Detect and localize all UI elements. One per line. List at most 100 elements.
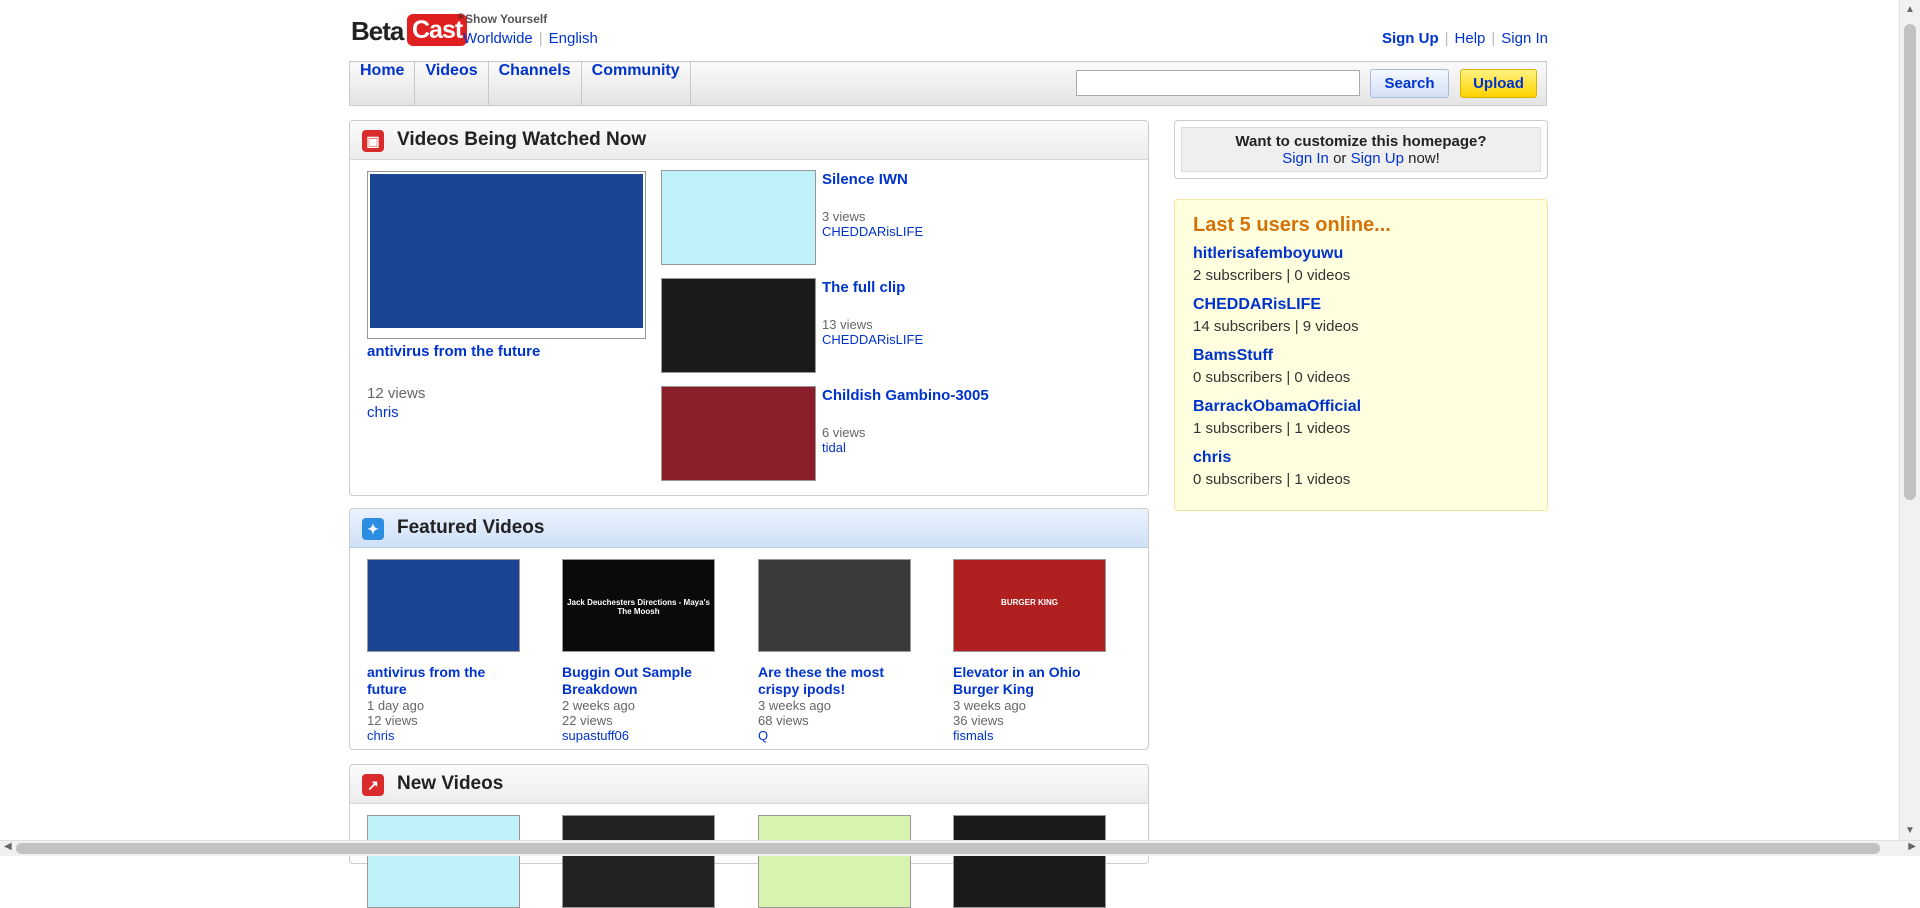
video-title-link[interactable]: Buggin Out Sample Breakdown (562, 664, 712, 698)
featured-section: ✦ Featured Videos antivirus from the fut… (349, 508, 1149, 750)
video-thumbnail[interactable] (661, 170, 816, 265)
logo-trademark: ® (458, 12, 464, 21)
tab-videos[interactable]: Videos (415, 62, 489, 105)
view-count: 12 views (367, 385, 426, 402)
video-meta: 3 weeks ago 68 views Q (758, 698, 831, 743)
upload-age: 1 day ago (367, 698, 425, 713)
logo-beta: Beta (351, 16, 404, 46)
scrollbar-thumb[interactable] (1904, 24, 1916, 500)
user-item: chris 0 subscribers | 1 videos (1193, 449, 1350, 488)
scroll-left-arrow-icon[interactable]: ◀ (4, 841, 12, 852)
view-count: 36 views (953, 713, 1004, 728)
scroll-down-arrow-icon[interactable]: ▼ (1900, 825, 1920, 836)
user-item: BarrackObamaOfficial 1 subscribers | 1 v… (1193, 398, 1361, 437)
video-title-link[interactable]: antivirus from the future (367, 664, 517, 698)
video-thumbnail[interactable] (758, 559, 911, 652)
video-title-link[interactable]: The full clip (822, 279, 905, 296)
section-title: Featured Videos (397, 517, 545, 538)
section-title: New Videos (397, 773, 504, 794)
video-title-link[interactable]: Silence IWN (822, 171, 908, 188)
section-header: ↗ New Videos (350, 765, 1148, 804)
customize-box: Want to customize this homepage? Sign In… (1174, 120, 1548, 179)
video-meta: 2 weeks ago 22 views supastuff06 (562, 698, 635, 743)
uploader-link[interactable]: Q (758, 728, 831, 743)
sign-up-link[interactable]: Sign Up (1382, 30, 1439, 47)
uploader-link[interactable]: chris (367, 728, 424, 743)
view-count: 68 views (758, 713, 809, 728)
view-count: 6 views (822, 425, 866, 440)
customize-sign-in-link[interactable]: Sign In (1282, 150, 1329, 167)
video-thumbnail[interactable] (758, 815, 911, 908)
video-title-link[interactable]: Are these the most crispy ipods! (758, 664, 908, 698)
uploader-link[interactable]: fismals (953, 728, 1026, 743)
video-meta: 13 views CHEDDARisLIFE (822, 317, 923, 347)
section-header: ✦ Featured Videos (350, 509, 1148, 548)
customize-links: Sign In or Sign Up now! (1182, 150, 1540, 167)
uploader-link[interactable]: chris (367, 403, 425, 422)
tv-icon: ▣ (362, 130, 384, 152)
tab-home[interactable]: Home (350, 62, 416, 105)
or-text: or (1333, 150, 1347, 167)
language-link[interactable]: English (549, 30, 598, 47)
sign-in-link[interactable]: Sign In (1501, 30, 1548, 47)
user-stats: 0 subscribers | 1 videos (1193, 471, 1351, 488)
tagline: Show Yourself (465, 12, 548, 26)
user-link[interactable]: CHEDDARisLIFE (1193, 296, 1359, 314)
search-input[interactable] (1076, 70, 1360, 96)
upload-age: 3 weeks ago (758, 698, 831, 713)
site-logo[interactable]: Beta Cast ® (351, 10, 468, 48)
video-thumbnail[interactable]: Jack Deuchesters Directions - Maya's The… (562, 559, 715, 652)
video-title-link[interactable]: Elevator in an Ohio Burger King (953, 664, 1103, 698)
scrollbar-thumb[interactable] (16, 843, 1880, 854)
view-count: 3 views (822, 209, 866, 224)
search-button[interactable]: Search (1370, 69, 1449, 98)
video-meta: 6 views tidal (822, 425, 865, 455)
tab-channels[interactable]: Channels (489, 62, 582, 105)
video-meta: 3 weeks ago 36 views fismals (953, 698, 1026, 743)
scroll-up-arrow-icon[interactable]: ▲ (1900, 4, 1920, 15)
section-header: ▣ Videos Being Watched Now (350, 121, 1148, 160)
watched-now-section: ▣ Videos Being Watched Now antivirus fro… (349, 120, 1149, 496)
chart-icon: ↗ (362, 774, 384, 796)
user-link[interactable]: hitlerisafemboyuwu (1193, 245, 1350, 263)
video-thumbnail[interactable]: BURGER KING (953, 559, 1106, 652)
user-item: BamsStuff 0 subscribers | 0 videos (1193, 347, 1350, 386)
video-thumbnail[interactable] (562, 815, 715, 908)
view-count: 12 views (367, 713, 418, 728)
video-title-link[interactable]: antivirus from the future (367, 343, 646, 360)
tab-community[interactable]: Community (582, 62, 691, 105)
user-stats: 1 subscribers | 1 videos (1193, 420, 1351, 437)
customize-sign-up-link[interactable]: Sign Up (1351, 150, 1404, 167)
user-link[interactable]: BarrackObamaOfficial (1193, 398, 1361, 416)
user-link[interactable]: chris (1193, 449, 1350, 467)
video-meta: 3 views CHEDDARisLIFE (822, 209, 923, 239)
main-nav: Home Videos Channels Community Search Up… (349, 61, 1547, 106)
scroll-right-arrow-icon[interactable]: ▶ (1908, 841, 1916, 852)
video-thumbnail[interactable] (953, 815, 1106, 908)
uploader-link[interactable]: tidal (822, 440, 865, 455)
section-title: Videos Being Watched Now (397, 129, 647, 150)
video-title-link[interactable]: Childish Gambino-3005 (822, 387, 989, 404)
user-link[interactable]: BamsStuff (1193, 347, 1350, 365)
video-thumbnail[interactable] (367, 815, 520, 908)
uploader-link[interactable]: supastuff06 (562, 728, 635, 743)
user-item: CHEDDARisLIFE 14 subscribers | 9 videos (1193, 296, 1359, 335)
user-item: hitlerisafemboyuwu 2 subscribers | 0 vid… (1193, 245, 1350, 284)
video-thumbnail[interactable] (367, 559, 520, 652)
uploader-link[interactable]: CHEDDARisLIFE (822, 332, 923, 347)
horizontal-scrollbar[interactable]: ◀ ▶ (0, 840, 1920, 856)
upload-button[interactable]: Upload (1460, 69, 1537, 98)
video-thumbnail[interactable] (661, 278, 816, 373)
view-count: 13 views (822, 317, 873, 332)
worldwide-link[interactable]: Worldwide (463, 30, 533, 47)
account-links: Sign Up | Help | Sign In (1381, 30, 1548, 47)
star-icon: ✦ (362, 518, 384, 540)
thumbnail-image (370, 174, 643, 328)
user-stats: 14 subscribers | 9 videos (1193, 318, 1359, 335)
help-link[interactable]: Help (1455, 30, 1486, 47)
video-thumbnail[interactable] (367, 171, 646, 339)
video-thumbnail[interactable] (661, 386, 816, 481)
uploader-link[interactable]: CHEDDARisLIFE (822, 224, 923, 239)
upload-age: 2 weeks ago (562, 698, 635, 713)
vertical-scrollbar[interactable]: ▲ ▼ (1899, 0, 1920, 840)
